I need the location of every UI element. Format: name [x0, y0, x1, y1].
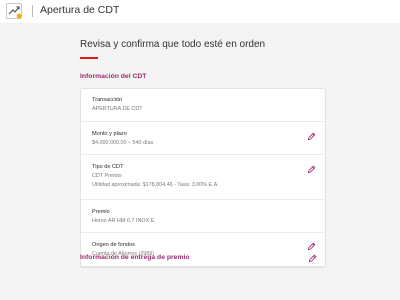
- summary-row-prize: Premio Horno AR HM-0.7 INOX E: [81, 200, 325, 233]
- row-value-detail: Utilidad aproximada: $178,804.46 - Tasa:…: [92, 182, 219, 188]
- row-value: $4,000,000.00 – 540 días: [92, 140, 154, 146]
- cdt-summary-card: Transacción APERTURA DE CDT Monto y plaz…: [80, 88, 326, 268]
- review-heading: Revisa y confirma que todo esté en orden: [80, 39, 266, 50]
- edit-delivery-pencil-icon[interactable]: [308, 254, 317, 263]
- edit-cdt-type-pencil-icon[interactable]: [307, 165, 316, 174]
- summary-row-cdt-type: Tipo de CDT CDT Premio Utilidad aproxima…: [81, 155, 325, 200]
- summary-row-amount-term: Monto y plazo $4,000,000.00 – 540 días: [81, 122, 325, 155]
- bank-logo-icon: [6, 3, 22, 19]
- summary-row-transaction: Transacción APERTURA DE CDT: [81, 89, 325, 122]
- summary-row-funds-origin: Origen de fondos Cuenta de Ahorros (2989…: [81, 233, 325, 268]
- row-label: Monto y plazo: [92, 131, 127, 137]
- heading-underline: [80, 57, 98, 59]
- edit-amount-pencil-icon[interactable]: [307, 132, 316, 141]
- section-divider: [80, 266, 326, 267]
- row-label: Premio: [92, 209, 110, 215]
- top-bar: Apertura de CDT: [0, 0, 400, 23]
- row-value: Horno AR HM-0.7 INOX E: [92, 218, 155, 224]
- row-label: Origen de fondos: [92, 242, 135, 248]
- header-divider: [32, 5, 33, 17]
- row-value: CDT Premio: [92, 173, 122, 179]
- edit-funds-origin-pencil-icon[interactable]: [307, 242, 316, 251]
- cdt-section-title: Información del CDT: [80, 73, 147, 80]
- page-title: Apertura de CDT: [40, 4, 120, 16]
- row-value: APERTURA DE CDT: [92, 106, 143, 112]
- row-label: Transacción: [92, 97, 123, 103]
- prize-delivery-section-title: Información de entrega de premio: [80, 254, 190, 261]
- row-label: Tipo de CDT: [92, 164, 124, 170]
